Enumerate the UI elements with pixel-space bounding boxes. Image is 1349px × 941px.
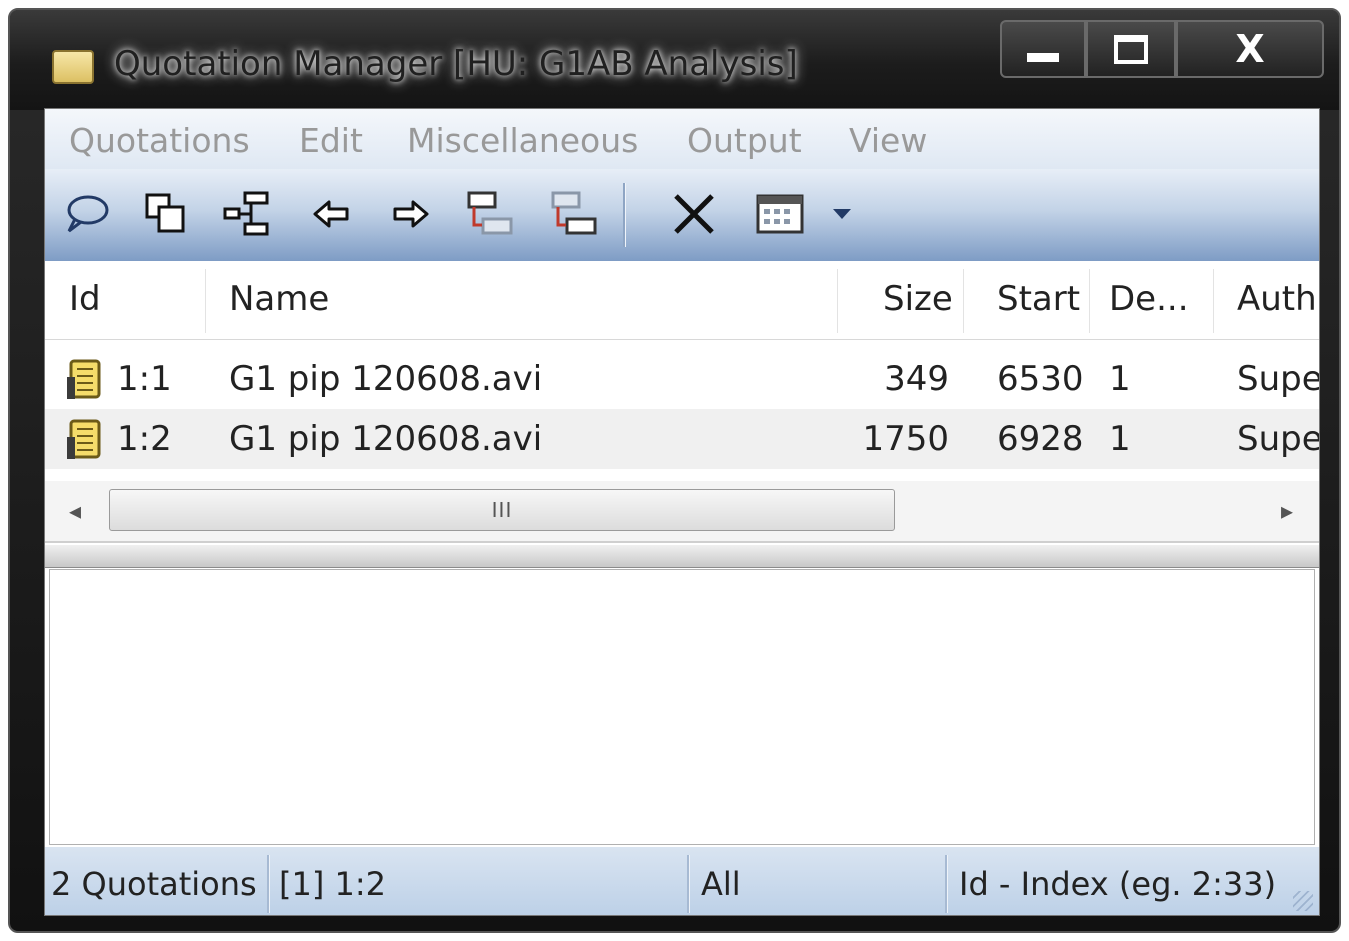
scrollbar-thumb[interactable]: III: [109, 489, 895, 531]
menu-bar: Quotations Edit Miscellaneous Output Vie…: [45, 109, 1319, 169]
status-filter: All: [701, 865, 741, 903]
pane-splitter[interactable]: [45, 545, 1319, 568]
status-sort-order: Id - Index (eg. 2:33): [959, 865, 1277, 903]
arrow-left-icon[interactable]: [305, 187, 359, 241]
cell-size: 1750: [862, 419, 949, 459]
maximize-icon: [1114, 34, 1148, 64]
cell-start: 6530: [997, 359, 1084, 399]
quotation-text-pane[interactable]: [49, 569, 1315, 845]
cell-name: G1 pip 120608.avi: [229, 419, 543, 459]
quotation-row[interactable]: 1:1 G1 pip 120608.avi 349 6530 1 Supe: [45, 349, 1319, 409]
column-id[interactable]: Id: [69, 279, 101, 319]
status-selection: [1] 1:2: [279, 865, 386, 903]
toolbar-separator: [623, 183, 626, 247]
cell-name: G1 pip 120608.avi: [229, 359, 543, 399]
cell-size: 349: [884, 359, 949, 399]
maximize-button[interactable]: [1086, 20, 1176, 78]
column-divider[interactable]: [837, 269, 838, 333]
close-button[interactable]: X: [1176, 20, 1324, 78]
quotation-row[interactable]: 1:2 G1 pip 120608.avi 1750 6928 1 Supe: [45, 409, 1319, 469]
scroll-right-arrow-icon[interactable]: ▸: [1281, 497, 1293, 525]
column-start[interactable]: Start: [997, 279, 1080, 319]
calendar-icon[interactable]: [753, 187, 807, 241]
quotation-video-icon: [67, 359, 101, 399]
cell-id: 1:2: [117, 419, 172, 459]
column-name[interactable]: Name: [229, 279, 329, 319]
column-size[interactable]: Size: [883, 279, 953, 319]
column-author[interactable]: Auth: [1237, 279, 1317, 319]
cell-author: Supe: [1237, 359, 1320, 399]
status-quotation-count: 2 Quotations: [51, 865, 257, 903]
status-separator: [267, 855, 270, 913]
column-divider[interactable]: [963, 269, 964, 333]
status-bar: 2 Quotations [1] 1:2 All Id - Index (eg.…: [45, 847, 1319, 915]
menu-miscellaneous[interactable]: Miscellaneous: [407, 121, 638, 160]
link-down-icon[interactable]: [463, 187, 517, 241]
quotation-manager-icon: [52, 50, 94, 84]
toolbar: [45, 169, 1319, 261]
window-title: Quotation Manager [HU: G1AB Analysis]: [114, 44, 798, 84]
column-divider[interactable]: [1089, 269, 1090, 333]
duplicate-icon[interactable]: [139, 187, 193, 241]
title-bar[interactable]: Quotation Manager [HU: G1AB Analysis] X: [10, 10, 1339, 110]
column-de[interactable]: De...: [1109, 279, 1189, 319]
cell-de: 1: [1109, 419, 1131, 459]
client-area: Quotations Edit Miscellaneous Output Vie…: [44, 108, 1320, 916]
link-up-icon[interactable]: [547, 187, 601, 241]
quotation-manager-window: Quotation Manager [HU: G1AB Analysis] X …: [8, 8, 1341, 933]
resize-grip-icon[interactable]: [1293, 891, 1313, 911]
hierarchy-icon[interactable]: [219, 187, 273, 241]
menu-output[interactable]: Output: [687, 121, 802, 160]
cell-id: 1:1: [117, 359, 172, 399]
speech-bubble-icon[interactable]: [59, 187, 113, 241]
cell-start: 6928: [997, 419, 1084, 459]
scroll-left-arrow-icon[interactable]: ◂: [69, 497, 81, 525]
menu-view[interactable]: View: [849, 121, 927, 160]
horizontal-scrollbar[interactable]: ◂ III ▸: [45, 481, 1319, 543]
list-header: Id Name Size Start De... Auth: [45, 261, 1319, 340]
arrow-right-icon[interactable]: [383, 187, 437, 241]
menu-edit[interactable]: Edit: [299, 121, 363, 160]
status-separator: [945, 855, 948, 913]
quotation-video-icon: [67, 419, 101, 459]
minimize-icon: [1027, 52, 1059, 62]
column-divider[interactable]: [1213, 269, 1214, 333]
minimize-button[interactable]: [1000, 20, 1086, 78]
column-divider[interactable]: [205, 269, 206, 333]
menu-quotations[interactable]: Quotations: [69, 121, 250, 160]
dropdown-arrow-icon[interactable]: [825, 187, 859, 241]
delete-icon[interactable]: [667, 187, 721, 241]
status-separator: [687, 855, 690, 913]
cell-de: 1: [1109, 359, 1131, 399]
cell-author: Supe: [1237, 419, 1320, 459]
